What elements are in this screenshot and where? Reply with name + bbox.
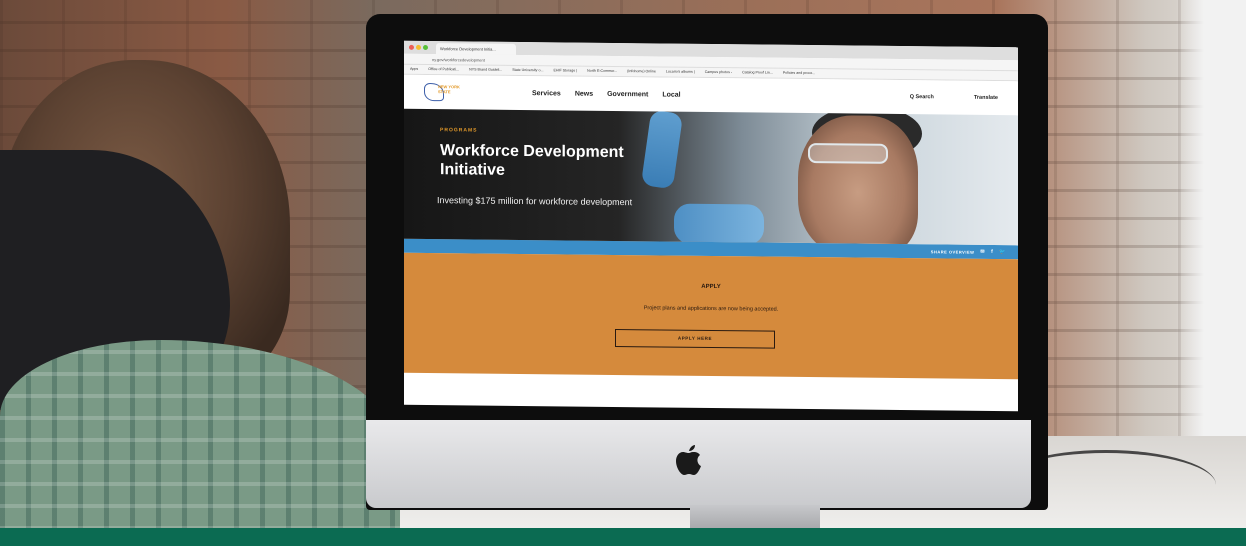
apply-text: Project plans and applications are now b… [643,305,779,313]
hero-subtitle: Investing $175 million for workforce dev… [437,195,633,208]
safety-goggles [808,143,888,164]
share-label: SHARE OVERVIEW [930,248,975,255]
bookmark-item[interactable]: Policies and proce... [783,71,815,76]
bookmark-item[interactable]: NYS Brand Guideli... [469,67,502,72]
bookmark-item[interactable]: EHIF Storage | [553,68,577,73]
bookmark-item[interactable]: Campus photos - [705,70,732,75]
imac-stand [690,505,820,528]
bottom-color-band [0,528,1246,546]
translate-button[interactable]: Translate [974,95,998,101]
browser-tab[interactable]: Workforce Development Initia... [436,43,516,55]
hero-banner: PROGRAMS Workforce Development Initiativ… [404,108,1018,246]
nav-services[interactable]: Services [532,90,561,97]
bookmark-item[interactable]: State University o... [512,68,543,73]
bookmark-item[interactable]: Catalog Proof Lin... [742,70,773,75]
bookmark-item[interactable]: (Infohome) Online [627,69,656,74]
bookmark-item[interactable]: Office of Publicati... [428,67,459,72]
photo-scene: Workforce Development Initia... ny.gov/w… [0,0,1246,528]
facebook-icon[interactable]: f [991,249,993,255]
nav-news[interactable]: News [575,90,593,97]
bookmark-item[interactable]: Lucario's albums | [666,70,695,75]
apply-title: APPLY [701,283,721,291]
url-text: ny.gov/workforcedevelopment [432,57,485,63]
twitter-icon[interactable]: 🐦 [999,249,1006,255]
window-controls[interactable] [409,44,428,51]
apply-here-button[interactable]: APPLY HERE [615,328,775,349]
bookmark-item[interactable]: Apps [410,67,418,72]
hero-title: Workforce Development Initiative [440,142,624,179]
main-nav: Services News Government Local [532,90,681,99]
hero-eyebrow: PROGRAMS [440,127,478,134]
search-button[interactable]: Q Search [910,94,934,100]
header-actions: Q Search Translate [910,94,998,101]
logo-text: NEW YORK STATE [438,84,460,94]
imac-screen: Workforce Development Initia... ny.gov/w… [404,40,1018,412]
apply-section: APPLY Project plans and applications are… [404,252,1018,380]
nav-government[interactable]: Government [607,90,648,97]
hero-scientist-face [798,114,918,246]
mail-icon[interactable]: ✉ [980,249,985,255]
apple-logo-icon [676,445,701,475]
nys-logo[interactable]: NEW YORK STATE [424,81,460,103]
nav-local[interactable]: Local [662,91,680,98]
hero-glove [674,203,764,245]
bookmark-item[interactable]: North E-Commer... [587,69,617,74]
